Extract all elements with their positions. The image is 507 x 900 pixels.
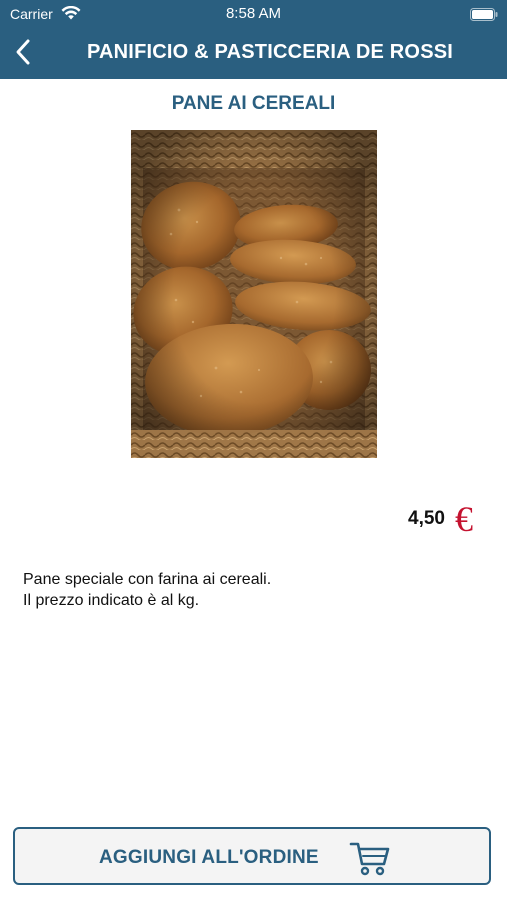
chevron-left-icon [16,39,30,65]
header-bar: Carrier 8:58 AM PANIFICIO & PASTICCERIA … [0,0,507,79]
battery-icon [470,8,498,21]
price-row: 4,50 € [408,499,473,539]
description-line: Il prezzo indicato è al kg. [23,592,200,609]
product-name: PANE AI CEREALI [171,93,336,114]
product-photo [131,130,377,458]
add-to-order-button[interactable]: AGGIUNGI ALL'ORDINE [13,827,491,885]
bread-basket-photo [131,130,377,458]
status-time: 8:58 AM [225,5,282,22]
product-detail-screen: Carrier 8:58 AM PANIFICIO & PASTICCERIA … [0,0,507,900]
status-bar: Carrier 8:58 AM [0,0,507,26]
description-line: Pane speciale con farina ai cereali. [23,571,272,588]
cart-icon [349,842,390,876]
product-description: Pane speciale con farina ai cereali. Il … [23,569,483,611]
page-title: PANIFICIO & PASTICCERIA DE ROSSI [86,41,454,63]
price-value: 4,50 [408,508,445,529]
back-button[interactable] [8,36,40,68]
euro-icon: € [455,499,473,539]
add-to-order-label: AGGIUNGI ALL'ORDINE [99,847,319,868]
